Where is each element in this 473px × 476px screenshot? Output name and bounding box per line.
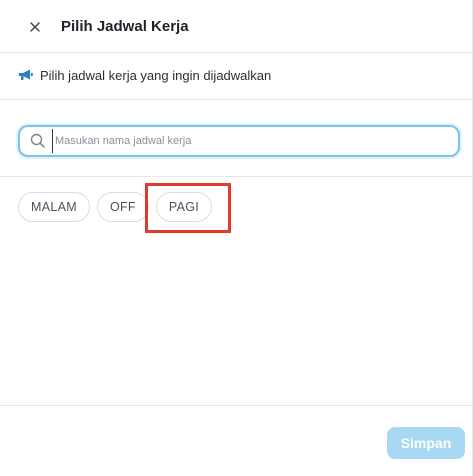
search-input[interactable] [52,129,455,153]
dialog-header: Pilih Jadwal Kerja [0,0,473,53]
schedule-chip-list: MALAM OFF PAGI [18,192,213,222]
info-text: Pilih jadwal kerja yang ingin dijadwalka… [40,68,272,83]
search-box[interactable] [18,125,460,157]
schedule-picker-dialog: Pilih Jadwal Kerja Pilih jadwal kerja ya… [0,0,473,476]
search-icon [30,133,46,149]
schedule-chip-off[interactable]: OFF [96,192,149,222]
schedule-chip-pagi[interactable]: PAGI [155,192,213,222]
save-button[interactable]: Simpan [387,427,465,459]
dialog-footer: Simpan [0,405,473,476]
close-button[interactable] [24,17,46,39]
schedule-chip-malam[interactable]: MALAM [18,192,90,222]
info-banner: Pilih jadwal kerja yang ingin dijadwalka… [0,53,473,100]
megaphone-icon [18,68,34,82]
close-icon [30,19,40,37]
search-section [0,100,473,177]
dialog-title: Pilih Jadwal Kerja [61,18,189,35]
